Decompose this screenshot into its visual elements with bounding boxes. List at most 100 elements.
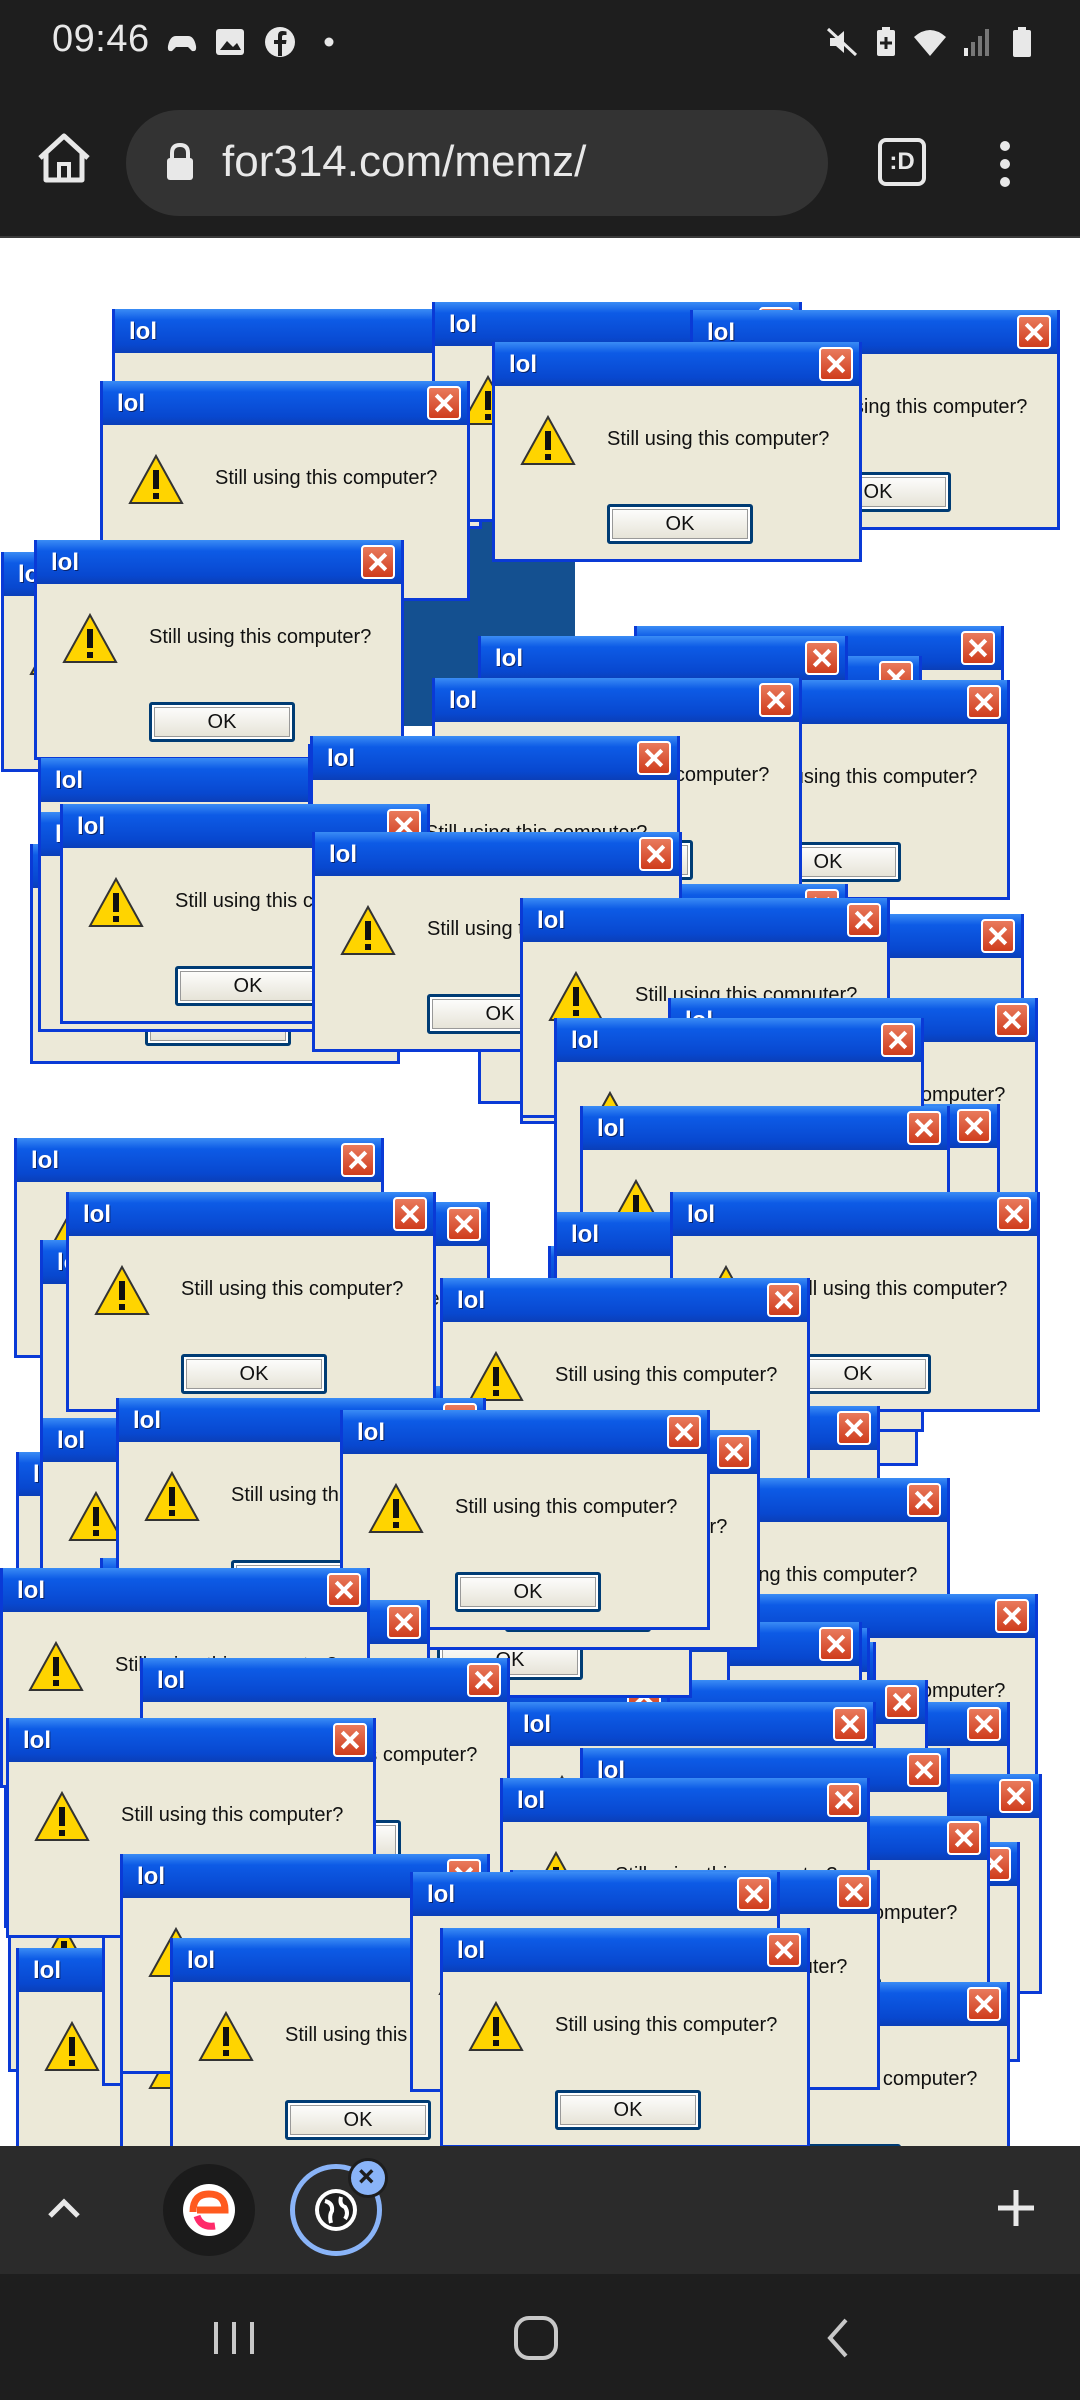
ok-button[interactable]: OK <box>149 702 295 742</box>
dialog-titlebar[interactable]: lol <box>69 1192 433 1236</box>
dialog-titlebar[interactable]: lol <box>103 381 467 425</box>
close-button[interactable] <box>997 1197 1031 1231</box>
close-button[interactable] <box>819 1627 853 1661</box>
close-button[interactable] <box>361 545 395 579</box>
mute-icon <box>824 24 860 60</box>
dialog-titlebar[interactable]: lol <box>495 342 859 386</box>
dialog-titlebar[interactable]: lol <box>503 1778 867 1822</box>
close-button[interactable] <box>907 1483 941 1517</box>
home-nav-icon <box>514 2316 558 2360</box>
dialog-titlebar[interactable]: lol <box>143 1658 507 1702</box>
close-button[interactable] <box>393 1197 427 1231</box>
close-button[interactable] <box>737 1877 771 1911</box>
dialog-titlebar[interactable]: lol <box>583 1106 947 1150</box>
dialog-titlebar[interactable]: lol <box>17 1138 381 1182</box>
close-button[interactable] <box>387 1605 421 1639</box>
ok-button[interactable]: OK <box>175 966 321 1006</box>
dialog-title: lol <box>449 687 477 714</box>
close-button[interactable] <box>967 685 1001 719</box>
close-button[interactable] <box>995 1599 1029 1633</box>
dialog-titlebar[interactable]: lol <box>313 736 677 780</box>
browser-toolbar: for314.com/memz/ :D <box>0 84 1080 238</box>
close-button[interactable] <box>827 1783 861 1817</box>
dialog-title: lol <box>571 1027 599 1054</box>
e-browser-tab[interactable] <box>163 2164 255 2256</box>
warning-icon <box>144 1470 200 1521</box>
dialog-titlebar[interactable]: lol <box>443 1278 807 1322</box>
expand-tabs-button[interactable] <box>42 2186 86 2230</box>
dialog-titlebar[interactable]: lol <box>443 1928 807 1972</box>
close-button[interactable] <box>341 1143 375 1177</box>
warning-icon <box>128 453 184 504</box>
close-button[interactable] <box>333 1723 367 1757</box>
ok-button[interactable]: OK <box>285 2100 431 2140</box>
ok-button[interactable]: OK <box>181 1354 327 1394</box>
dialog-title: lol <box>117 390 145 417</box>
close-button[interactable] <box>717 1435 751 1469</box>
close-button[interactable] <box>833 1707 867 1741</box>
close-button[interactable] <box>907 1111 941 1145</box>
dialog-titlebar[interactable]: lol <box>435 678 799 722</box>
close-button[interactable] <box>637 741 671 775</box>
dialog-title: lol <box>457 1937 485 1964</box>
close-button[interactable] <box>805 641 839 675</box>
dialog-titlebar[interactable]: lol <box>9 1718 373 1762</box>
close-tab-button[interactable] <box>348 2158 388 2198</box>
close-button[interactable] <box>967 1707 1001 1741</box>
url-bar[interactable]: for314.com/memz/ <box>126 110 828 216</box>
close-button[interactable] <box>327 1573 361 1607</box>
dialog-titlebar[interactable]: lol <box>673 1192 1037 1236</box>
close-button[interactable] <box>837 1411 871 1445</box>
home-button[interactable] <box>32 126 96 190</box>
close-button[interactable] <box>427 386 461 420</box>
close-button[interactable] <box>1017 315 1051 349</box>
new-tab-button[interactable] <box>994 2186 1038 2230</box>
home-nav-button[interactable] <box>506 2310 566 2366</box>
dialog-titlebar[interactable]: lol <box>343 1410 707 1454</box>
dialog-titlebar[interactable]: lol <box>509 1702 873 1746</box>
close-button[interactable] <box>447 1207 481 1241</box>
close-button[interactable] <box>947 1821 981 1855</box>
close-button[interactable] <box>957 1109 991 1143</box>
close-button[interactable] <box>885 1685 919 1719</box>
error-dialog: lol Still using this computer? OK <box>440 1928 810 2146</box>
dialog-title: lol <box>357 1419 385 1446</box>
dialog-title: lol <box>23 1727 51 1754</box>
warning-icon <box>44 2020 100 2071</box>
close-button[interactable] <box>907 1753 941 1787</box>
close-button[interactable] <box>639 837 673 871</box>
close-button[interactable] <box>759 683 793 717</box>
close-button[interactable] <box>767 1283 801 1317</box>
dialog-titlebar[interactable]: lol <box>115 309 479 353</box>
dialog-titlebar[interactable]: lol <box>37 540 401 584</box>
close-button[interactable] <box>961 631 995 665</box>
close-button[interactable] <box>837 1875 871 1909</box>
close-button[interactable] <box>819 347 853 381</box>
home-icon <box>38 133 90 183</box>
menu-button[interactable] <box>990 140 1020 188</box>
dialog-titlebar[interactable]: lol <box>315 832 679 876</box>
close-button[interactable] <box>995 1003 1029 1037</box>
close-button[interactable] <box>467 1663 501 1697</box>
dialog-titlebar[interactable]: lol <box>413 1872 777 1916</box>
ok-button[interactable]: OK <box>455 1572 601 1612</box>
close-button[interactable] <box>881 1023 915 1057</box>
plus-icon <box>998 2190 1034 2226</box>
close-button[interactable] <box>999 1779 1033 1813</box>
close-button[interactable] <box>767 1933 801 1967</box>
warning-icon <box>468 2000 524 2051</box>
dialog-titlebar[interactable]: lol <box>523 898 887 942</box>
tab-switcher-button[interactable]: :D <box>878 138 926 186</box>
dialog-title: lol <box>77 813 105 840</box>
ok-button[interactable]: OK <box>555 2090 701 2130</box>
close-button[interactable] <box>981 919 1015 953</box>
ok-button[interactable]: OK <box>607 504 753 544</box>
close-button[interactable] <box>847 903 881 937</box>
dialog-titlebar[interactable]: lol <box>557 1018 921 1062</box>
close-button[interactable] <box>967 1987 1001 2021</box>
close-button[interactable] <box>667 1415 701 1449</box>
dialog-titlebar[interactable]: lol <box>3 1568 367 1612</box>
recents-button[interactable] <box>204 2310 264 2366</box>
dialog-titlebar[interactable]: lol <box>481 636 845 680</box>
back-button[interactable] <box>810 2310 870 2366</box>
